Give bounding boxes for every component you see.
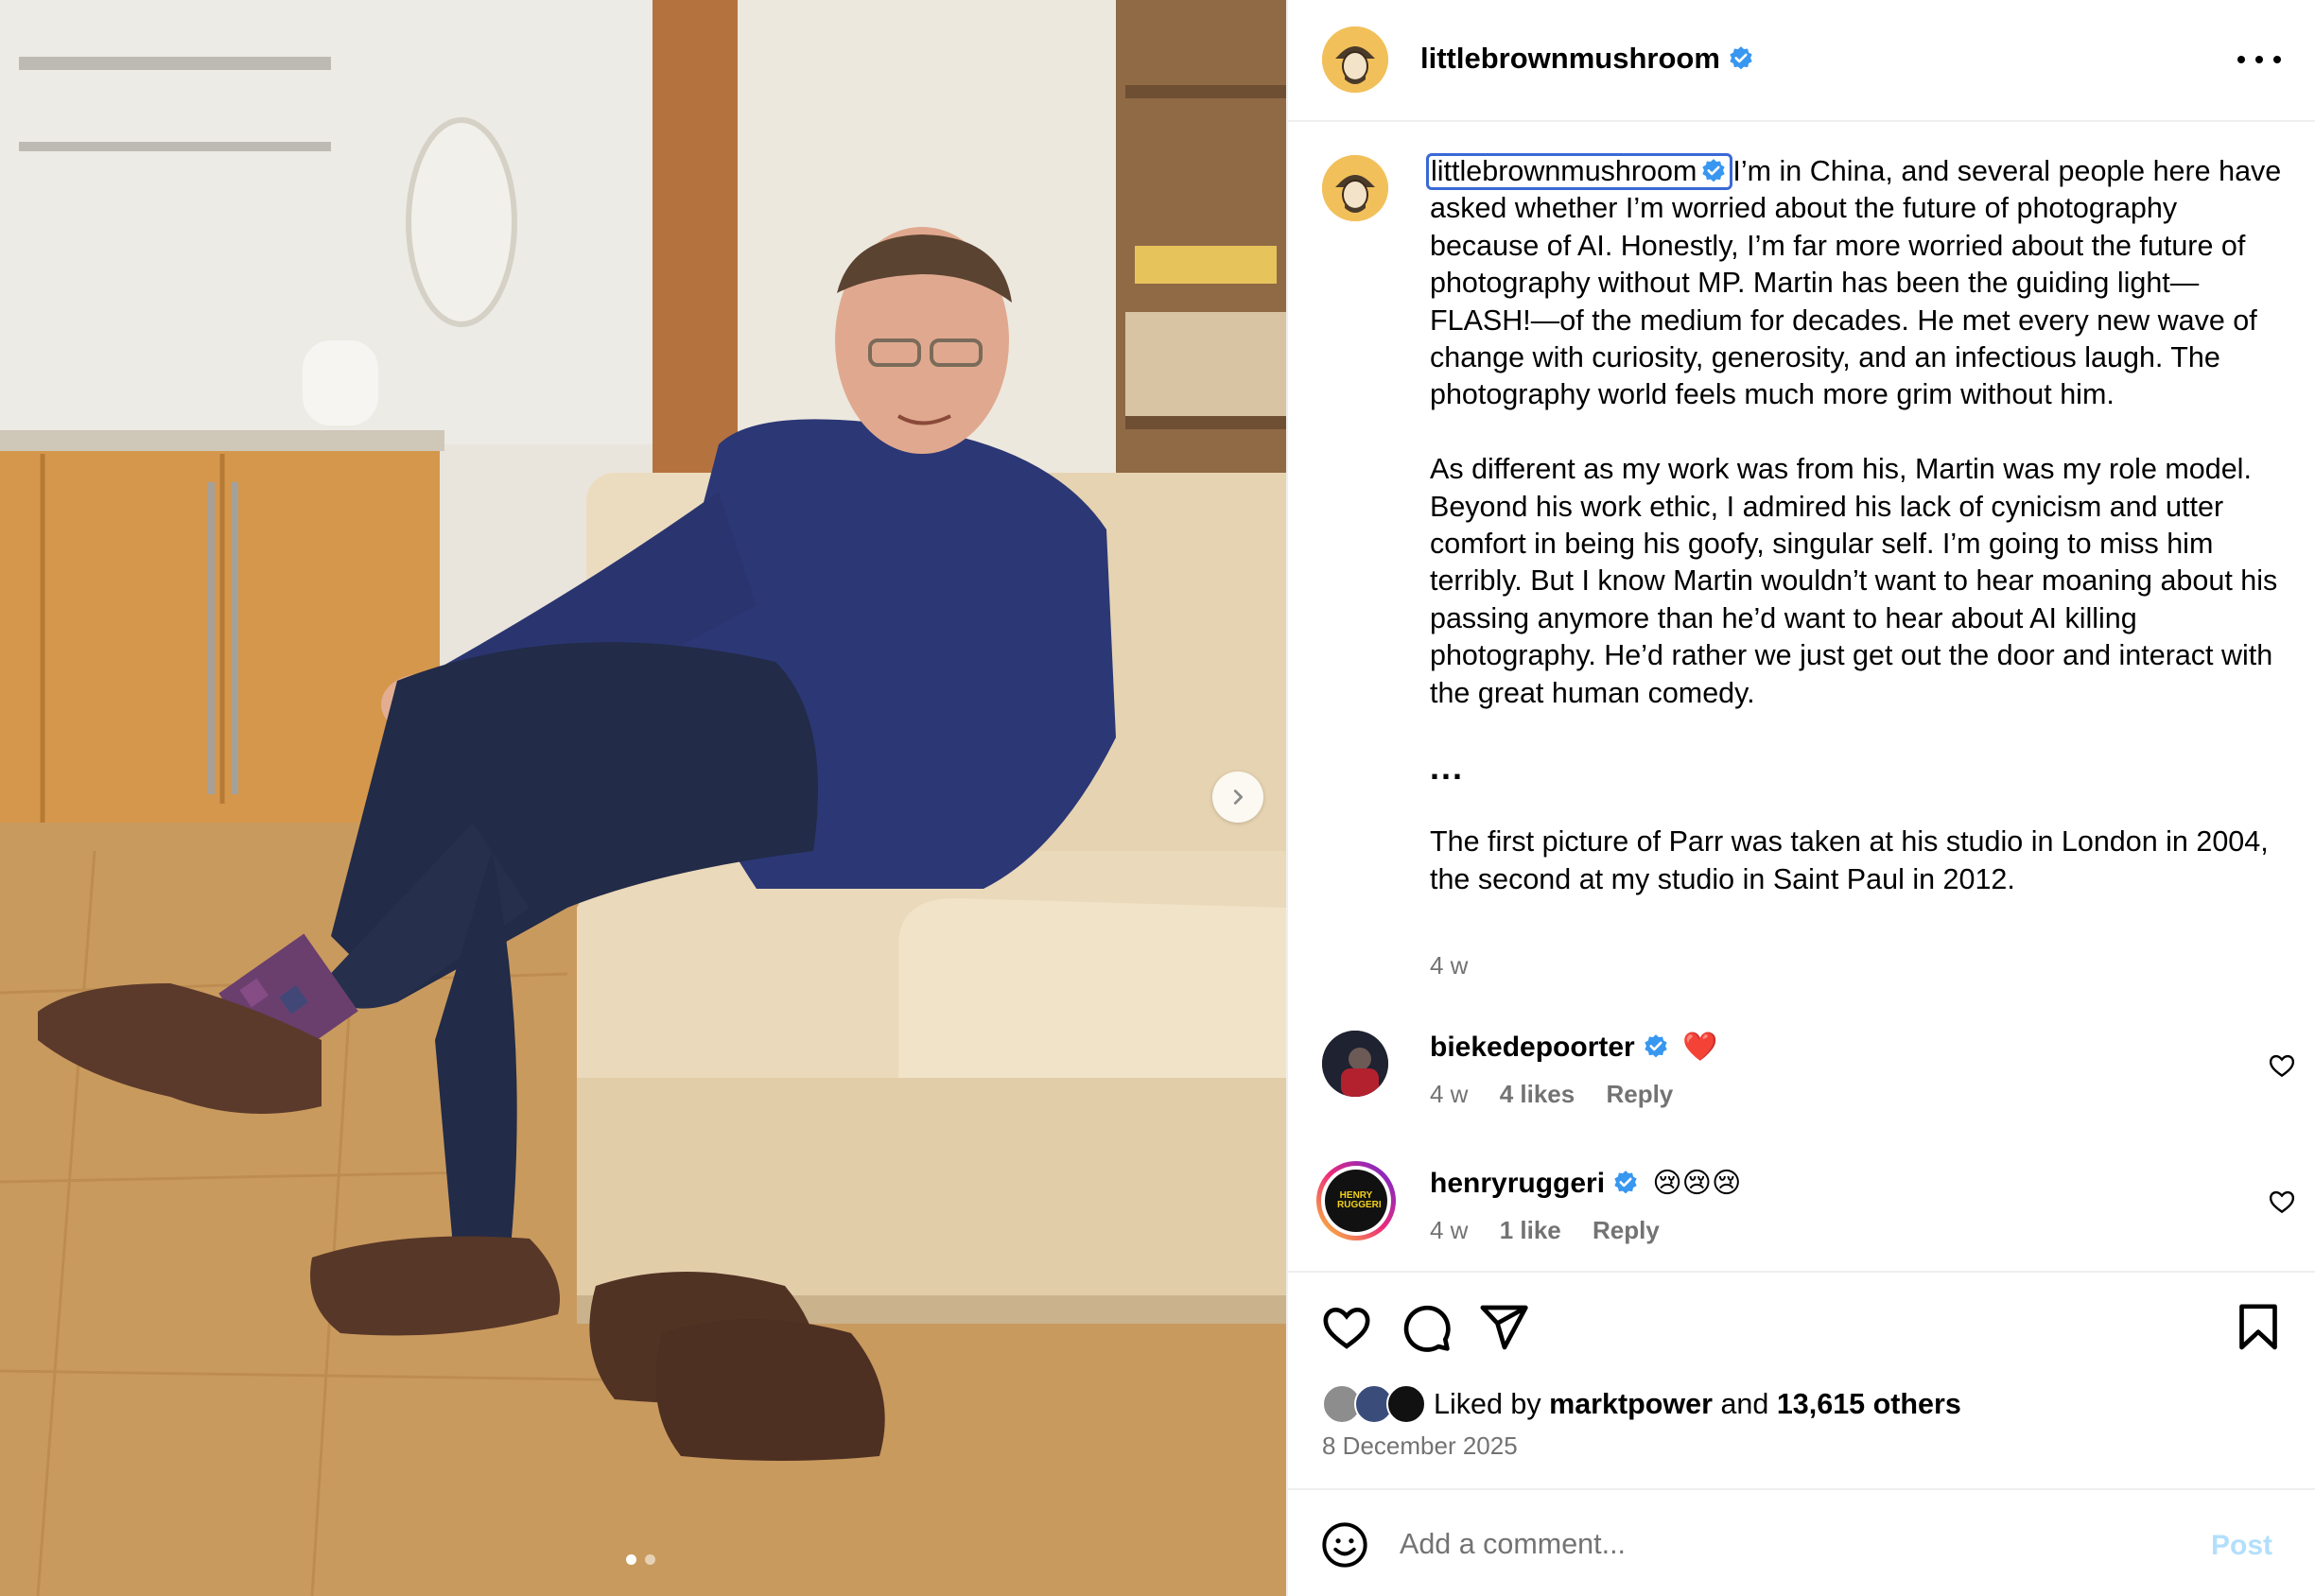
caption-timestamp[interactable]: 4 w xyxy=(1430,951,1468,980)
comment-likes-count[interactable]: 1 like xyxy=(1500,1216,1561,1244)
likes-joiner: and xyxy=(1720,1387,1769,1420)
verified-badge-icon xyxy=(1730,46,1752,70)
post-side-panel: littlebrownmushroom littlebrownmushroom I… xyxy=(1286,0,2315,1596)
post-actions: Liked by marktpower and 13,615 others 8 … xyxy=(1288,1271,2315,1488)
emoji-icon[interactable] xyxy=(1320,1520,1369,1570)
caption-author-avatar[interactable] xyxy=(1322,155,1388,221)
heart-icon[interactable] xyxy=(1320,1301,1373,1354)
comment-meta: 4 w 1 like Reply xyxy=(1430,1216,1684,1245)
caption-paragraph-1: littlebrownmushroom I’m in China, and sev… xyxy=(1426,153,2290,414)
caption-paragraph-3: The first picture of Parr was taken at h… xyxy=(1430,825,2269,895)
author-avatar[interactable] xyxy=(1322,26,1388,93)
instagram-post: littlebrownmushroom littlebrownmushroom I… xyxy=(0,0,2315,1596)
likes-summary[interactable]: Liked by marktpower and 13,615 others xyxy=(1322,1384,1961,1424)
post-header: littlebrownmushroom xyxy=(1288,0,2315,122)
comment-reply-button[interactable]: Reply xyxy=(1606,1080,1673,1108)
verified-badge-icon xyxy=(1702,159,1726,182)
comment-text: ❤️ xyxy=(1682,1032,1718,1063)
chevron-right-icon xyxy=(1233,789,1244,805)
verified-badge-icon xyxy=(1614,1171,1637,1194)
comment-input[interactable] xyxy=(1400,1518,2156,1570)
carousel-indicator xyxy=(626,1554,655,1565)
more-horizontal-icon-dot xyxy=(2237,56,2245,63)
comment-likes-count[interactable]: 4 likes xyxy=(1500,1080,1575,1108)
more-horizontal-icon-dot xyxy=(2273,56,2281,63)
commenter-username[interactable]: henryruggeri xyxy=(1430,1168,1605,1199)
more-options-button[interactable] xyxy=(2237,45,2281,74)
caption-paragraph-1-text: I’m in China, and several people here ha… xyxy=(1430,155,2282,411)
send-icon[interactable] xyxy=(1477,1301,1530,1354)
likes-prefix: Liked by xyxy=(1434,1387,1541,1420)
caption-text: littlebrownmushroom I’m in China, and sev… xyxy=(1426,153,2290,935)
carousel-dot-active xyxy=(626,1554,636,1565)
comment-reply-button[interactable]: Reply xyxy=(1593,1216,1660,1244)
caption-username-link[interactable]: littlebrownmushroom xyxy=(1426,153,1733,190)
likes-user[interactable]: marktpower xyxy=(1549,1388,1713,1421)
commenter-avatar-story-ring[interactable]: HENRY RUGGERI xyxy=(1316,1161,1396,1240)
comment-body: biekedepoorter ❤️ xyxy=(1430,1031,1717,1064)
comment-icon[interactable] xyxy=(1400,1301,1453,1354)
caption-username-text[interactable]: littlebrownmushroom xyxy=(1431,155,1697,187)
liker-avatar xyxy=(1386,1384,1426,1424)
commenter-username[interactable]: biekedepoorter xyxy=(1430,1032,1635,1063)
caption-paragraph-2: As different as my work was from his, Ma… xyxy=(1430,453,2278,709)
more-horizontal-icon-dot xyxy=(2255,56,2263,63)
comment-timestamp[interactable]: 4 w xyxy=(1430,1080,1468,1108)
comment-body: henryruggeri 😢😢😢 xyxy=(1430,1167,1741,1200)
commenter-avatar[interactable] xyxy=(1322,1031,1388,1097)
caption-ellipsis: ... xyxy=(1430,748,1465,788)
comment-like-heart-icon[interactable] xyxy=(2268,1188,2296,1216)
commenter-avatar-image xyxy=(1322,1031,1388,1097)
liker-avatars xyxy=(1322,1384,1428,1424)
next-slide-button[interactable] xyxy=(1212,772,1263,823)
author-username-text[interactable]: littlebrownmushroom xyxy=(1420,42,1720,75)
likes-others-count[interactable]: 13,615 others xyxy=(1777,1388,1961,1421)
post-date[interactable]: 8 December 2025 xyxy=(1322,1431,1518,1461)
comment-composer: Post xyxy=(1288,1488,2315,1596)
comment-like-heart-icon[interactable] xyxy=(2268,1051,2296,1080)
verified-badge-icon xyxy=(1645,1034,1667,1058)
carousel-dot xyxy=(645,1554,655,1565)
author-username[interactable]: littlebrownmushroom xyxy=(1420,42,1754,76)
comment-meta: 4 w 4 likes Reply xyxy=(1430,1080,1697,1109)
post-comment-button[interactable]: Post xyxy=(2211,1530,2272,1562)
caption-avatar-image xyxy=(1322,155,1388,221)
commenter-avatar-text: HENRY RUGGERI xyxy=(1337,1190,1382,1210)
comment-timestamp[interactable]: 4 w xyxy=(1430,1216,1468,1244)
author-avatar-image xyxy=(1322,26,1388,93)
comment-text: 😢😢😢 xyxy=(1652,1168,1742,1199)
photo-portrait-image xyxy=(0,0,1286,1596)
post-photo[interactable] xyxy=(0,0,1286,1596)
bookmark-icon[interactable] xyxy=(2232,1301,2285,1354)
